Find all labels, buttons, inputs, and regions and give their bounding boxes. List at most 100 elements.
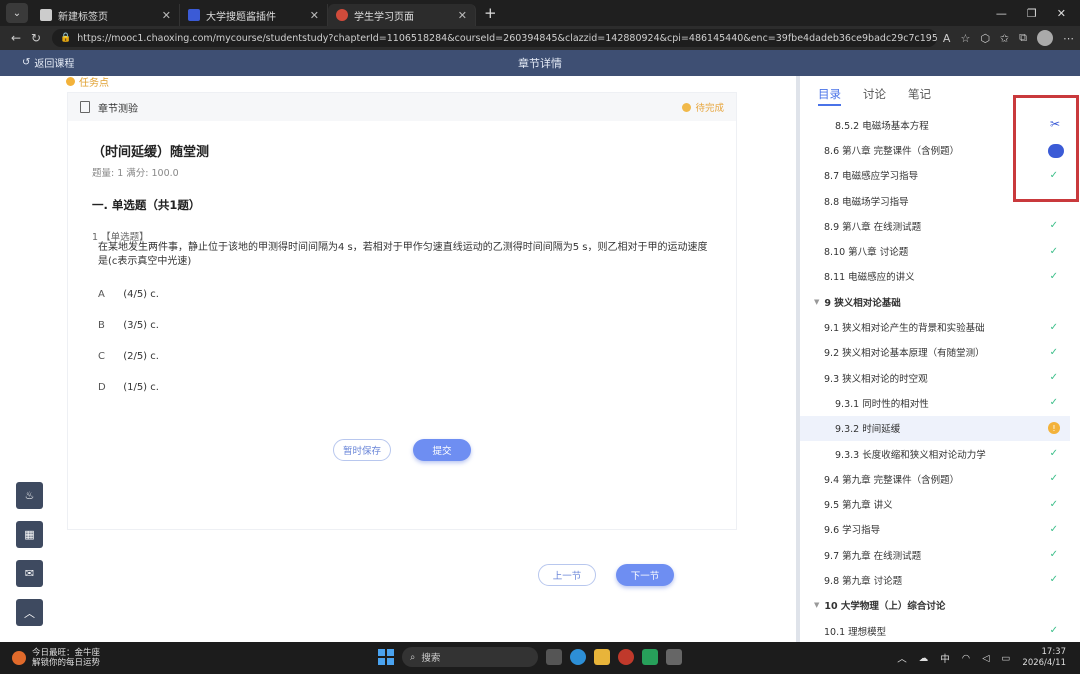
back-to-course-button[interactable]: ↺ 返回课程 — [22, 55, 74, 70]
toc-item[interactable]: 9.3 狭义相对论的时空观 ✓ — [800, 365, 1070, 390]
tab-discussion[interactable]: 讨论 — [863, 86, 886, 106]
toc-item-label: 9.8 第九章 讨论题 — [824, 575, 903, 587]
collections-icon[interactable]: ⧉ — [1019, 31, 1027, 45]
section-title: 一. 单选题（共1题） — [92, 198, 201, 212]
toc-item[interactable]: 9.2 狭义相对论基本原理（有随堂测） ✓ — [800, 340, 1070, 365]
file-explorer-icon[interactable] — [594, 649, 610, 665]
save-draft-button[interactable]: 暂时保存 — [333, 439, 391, 461]
toc-item-label: 8.6 第八章 完整课件（含例题） — [824, 145, 960, 157]
toc-item-label: 8.11 电磁感应的讲义 — [824, 272, 915, 284]
ime-indicator[interactable]: 中 — [940, 651, 950, 665]
toc-item-label: 8.9 第八章 在线测试题 — [824, 221, 922, 233]
restore-icon[interactable]: ❐ — [1027, 7, 1037, 20]
more-menu-icon[interactable]: ⋯ — [1063, 32, 1074, 45]
scroll-top-icon[interactable]: ︿ — [16, 599, 43, 626]
site-icon — [336, 9, 348, 21]
news-widget[interactable]: 今日最旺：金牛座 解锁你的每日运势 — [12, 648, 100, 668]
task-view-icon[interactable] — [546, 649, 562, 665]
collapse-triangle-icon[interactable]: ▼ — [814, 298, 819, 306]
toc-item[interactable]: 9.4 第九章 完整课件（含例题） ✓ — [800, 466, 1070, 491]
lock-icon: 🔒 — [60, 33, 72, 43]
toc-item[interactable]: 8.9 第八章 在线测试题 ✓ — [800, 213, 1070, 238]
new-tab-plus-icon[interactable]: + — [484, 4, 497, 22]
tab-notes[interactable]: 笔记 — [908, 86, 931, 106]
toc-chapter[interactable]: ▼ 10 大学物理（上）综合讨论 — [800, 593, 1070, 618]
tab-extension[interactable]: 大学搜题酱插件 ✕ — [180, 4, 328, 26]
qr-code-icon[interactable]: ▦ — [16, 521, 43, 548]
minimize-icon[interactable]: — — [996, 7, 1007, 20]
assistant-chat-icon[interactable] — [1048, 144, 1064, 158]
option-b[interactable]: B (3/5) c. — [98, 320, 159, 331]
taskbar-search[interactable]: ⌕ 搜索 — [402, 647, 538, 667]
windows-start-icon[interactable] — [378, 649, 394, 665]
option-letter: B — [98, 320, 105, 331]
cloud-icon[interactable]: ☁ — [919, 653, 929, 664]
address-bar-row: ← ↻ 🔒 https://mooc1.chaoxing.com/mycours… — [0, 26, 1080, 50]
extension-icon — [188, 9, 200, 21]
tab-catalog[interactable]: 目录 — [818, 86, 841, 106]
fire-icon[interactable]: ♨ — [16, 482, 43, 509]
favorite-star-icon[interactable]: ☆ — [960, 32, 970, 45]
toc-item[interactable]: 10.1 理想模型 ✓ — [800, 618, 1070, 642]
toc-item[interactable]: 9.8 第九章 讨论题 ✓ — [800, 567, 1070, 592]
toc-item[interactable]: 9.3.1 同时性的相对性 ✓ — [800, 390, 1070, 415]
submit-button[interactable]: 提交 — [413, 439, 471, 461]
tab-label: 学生学习页面 — [354, 11, 414, 23]
app-header: ↺ 返回课程 章节详情 — [0, 50, 1080, 76]
collapse-triangle-icon[interactable]: ▼ — [814, 601, 819, 609]
toc-item-label: 8.10 第八章 讨论题 — [824, 247, 909, 259]
scissors-icon[interactable]: ✂ — [1050, 117, 1060, 131]
app-icon[interactable] — [666, 649, 682, 665]
option-c[interactable]: C (2/5) c. — [98, 351, 159, 362]
favorites-icon[interactable]: ✩ — [1000, 32, 1009, 45]
toc-item[interactable]: 8.10 第八章 讨论题 ✓ — [800, 238, 1070, 263]
toc-item[interactable]: 9.3.2 时间延缓! — [800, 415, 1070, 441]
check-icon: ✓ — [1049, 574, 1058, 586]
clock[interactable]: 17:37 2026/4/11 — [1022, 647, 1066, 669]
toc-chapter[interactable]: ▼ 9 狭义相对论基础 — [800, 289, 1070, 314]
task-point-icon — [66, 77, 75, 86]
toc-item[interactable]: 9.6 学习指导 ✓ — [800, 517, 1070, 542]
toc-item[interactable]: 9.7 第九章 在线测试题 ✓ — [800, 542, 1070, 567]
edge-icon[interactable] — [570, 649, 586, 665]
toc-item-label: 9.4 第九章 完整课件（含例题） — [824, 474, 960, 486]
sidebar-tabs: 目录 讨论 笔记 — [818, 86, 931, 106]
extensions-icon[interactable]: ⬡ — [980, 32, 990, 45]
close-icon[interactable]: ✕ — [162, 9, 171, 22]
chevron-up-icon[interactable]: ︿ — [897, 651, 907, 665]
app-icon[interactable] — [618, 649, 634, 665]
option-a[interactable]: A (4/5) c. — [98, 289, 159, 300]
message-icon[interactable]: ✉ — [16, 560, 43, 587]
search-icon: ⌕ — [410, 651, 416, 663]
toc-item-label: 9.3.3 长度收缩和狭义相对论动力学 — [835, 449, 986, 461]
read-aloud-icon[interactable]: A — [943, 32, 951, 45]
back-arrow-icon[interactable]: ← — [6, 31, 26, 45]
volume-icon[interactable]: ◁ — [982, 653, 989, 664]
toc-item[interactable]: 8.11 电磁感应的讲义 ✓ — [800, 264, 1070, 289]
mail-icon[interactable] — [642, 649, 658, 665]
close-window-icon[interactable]: ✕ — [1057, 7, 1066, 20]
battery-icon[interactable]: ▭ — [1001, 653, 1010, 664]
next-section-button[interactable]: 下一节 — [616, 564, 674, 586]
tab-new-tab[interactable]: 新建标签页 ✕ — [32, 4, 180, 26]
toc-item[interactable]: 9.3.3 长度收缩和狭义相对论动力学 ✓ — [800, 441, 1070, 466]
close-icon[interactable]: ✕ — [458, 9, 467, 22]
clock-date: 2026/4/11 — [1022, 658, 1066, 668]
close-icon[interactable]: ✕ — [310, 9, 319, 22]
floating-toolbar: ♨ ▦ ✉ ︿ — [16, 482, 43, 626]
document-icon — [80, 101, 90, 113]
taskbar-apps: ⌕ 搜索 — [378, 647, 682, 667]
back-label: 返回课程 — [34, 59, 75, 70]
toc-item[interactable]: 9.5 第九章 讲义 ✓ — [800, 491, 1070, 516]
tab-student-study[interactable]: 学生学习页面 ✕ — [328, 4, 476, 26]
url-input[interactable]: 🔒 https://mooc1.chaoxing.com/mycourse/st… — [52, 29, 937, 47]
reload-icon[interactable]: ↻ — [26, 31, 46, 45]
prev-section-button[interactable]: 上一节 — [538, 564, 596, 586]
profile-avatar[interactable] — [1037, 30, 1053, 46]
pending-icon — [682, 102, 692, 112]
wifi-icon[interactable]: ◠ — [962, 653, 970, 664]
option-d[interactable]: D (1/5) c. — [98, 382, 159, 393]
tab-actions-menu-icon[interactable]: ⌄ — [6, 3, 28, 23]
toc-item[interactable]: 9.1 狭义相对论产生的背景和实验基础 ✓ — [800, 314, 1070, 339]
check-icon: ✓ — [1049, 448, 1058, 459]
